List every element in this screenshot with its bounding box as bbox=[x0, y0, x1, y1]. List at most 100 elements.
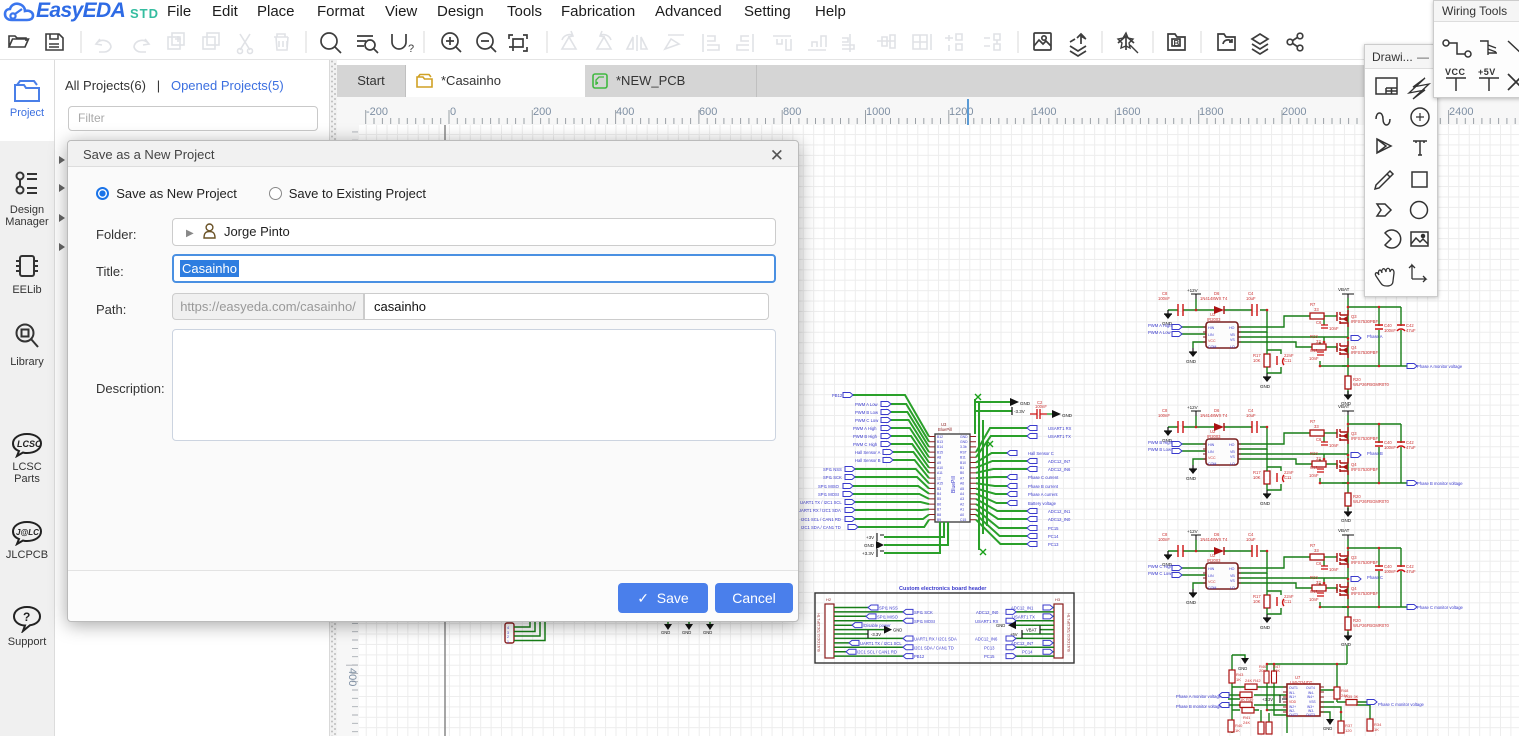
svg-text:OUT4: OUT4 bbox=[1306, 686, 1315, 690]
svg-text:USART1 TX: USART1 TX bbox=[1048, 434, 1071, 439]
svg-text:USART1 RX: USART1 RX bbox=[1048, 426, 1072, 431]
svg-text:LCSC: LCSC bbox=[17, 439, 42, 449]
svg-text:SPI1 MISO: SPI1 MISO bbox=[877, 614, 899, 619]
svg-text:Hall Sensor C: Hall Sensor C bbox=[1028, 451, 1054, 456]
svg-text:4: 4 bbox=[507, 626, 509, 630]
svg-text:LMV324IDT: LMV324IDT bbox=[1290, 680, 1313, 685]
svg-text:PWM B High: PWM B High bbox=[853, 434, 878, 439]
svg-text:B15: B15 bbox=[937, 450, 943, 454]
svg-text:GND: GND bbox=[1323, 726, 1332, 731]
svg-text:2000: 2000 bbox=[1282, 106, 1306, 118]
svg-text:GND: GND bbox=[682, 630, 691, 635]
svg-text:VDD: VDD bbox=[1289, 700, 1297, 704]
svg-text:A11: A11 bbox=[937, 471, 943, 475]
svg-text:1400: 1400 bbox=[1032, 106, 1056, 118]
svg-text:Custom electronics board heade: Custom electronics board header bbox=[899, 586, 987, 592]
svg-text:100nF: 100nF bbox=[1035, 404, 1047, 409]
svg-text:B11: B11 bbox=[960, 456, 966, 460]
svg-text:SPI1 SCK: SPI1 SCK bbox=[823, 475, 842, 480]
svg-text:?: ? bbox=[408, 43, 414, 55]
svg-text:Phase B current: Phase B current bbox=[1028, 484, 1059, 489]
svg-text:-3.3V: -3.3V bbox=[871, 632, 881, 637]
svg-text:SPI1 MOSI: SPI1 MOSI bbox=[914, 619, 935, 624]
svg-text:ADC12_IN6: ADC12_IN6 bbox=[975, 636, 998, 641]
svg-text:C15: C15 bbox=[960, 518, 966, 522]
svg-text:SPI1 MOSI: SPI1 MOSI bbox=[818, 492, 839, 497]
svg-text:GND: GND bbox=[703, 630, 712, 635]
svg-text:1200: 1200 bbox=[949, 106, 973, 118]
svg-text:A8: A8 bbox=[937, 456, 941, 460]
svg-text:PWM A Low: PWM A Low bbox=[855, 402, 879, 407]
svg-text:B4: B4 bbox=[937, 492, 941, 496]
svg-text:UART1 RX / I2C1 SDA: UART1 RX / I2C1 SDA bbox=[798, 508, 841, 513]
svg-text:PC13: PC13 bbox=[984, 645, 995, 650]
svg-text:B7: B7 bbox=[937, 508, 941, 512]
svg-text:PWM C Low: PWM C Low bbox=[855, 418, 879, 423]
svg-text:VSS: VSS bbox=[1309, 700, 1316, 704]
svg-text:SPI1 NSS: SPI1 NSS bbox=[823, 467, 842, 472]
svg-text:J@LC: J@LC bbox=[16, 528, 39, 537]
svg-text:1000: 1000 bbox=[866, 106, 890, 118]
svg-text:ADC12_IN1: ADC12_IN1 bbox=[1048, 509, 1071, 514]
svg-text:B5: B5 bbox=[937, 497, 941, 501]
svg-text:24K: 24K bbox=[1243, 720, 1250, 725]
svg-text:I2C1 SDA / CAN1 TD: I2C1 SDA / CAN1 TD bbox=[801, 525, 841, 530]
svg-text:UART1 TX / I2C1 SCL: UART1 TX / I2C1 SCL bbox=[860, 641, 902, 646]
svg-text:1600: 1600 bbox=[1116, 106, 1140, 118]
svg-text:PC13: PC13 bbox=[1048, 542, 1059, 547]
svg-text:20K: 20K bbox=[1259, 668, 1266, 673]
svg-text:H2: H2 bbox=[826, 597, 832, 602]
svg-text:GND: GND bbox=[960, 435, 968, 439]
svg-text:B9: B9 bbox=[937, 518, 941, 522]
svg-text:GND: GND bbox=[1062, 413, 1073, 418]
svg-text:Phase C: Phase C bbox=[1367, 575, 1383, 580]
svg-text:GND: GND bbox=[1238, 666, 1247, 671]
svg-text:24K R42: 24K R42 bbox=[1245, 678, 1261, 683]
svg-text:OUT2: OUT2 bbox=[1289, 713, 1298, 717]
svg-text:ADC12_IN1: ADC12_IN1 bbox=[1011, 606, 1034, 611]
svg-text:PWM C High: PWM C High bbox=[1148, 564, 1173, 569]
svg-text:VBAT: VBAT bbox=[1026, 628, 1037, 633]
svg-text:A10: A10 bbox=[937, 466, 943, 470]
svg-text:H3: H3 bbox=[1055, 597, 1061, 602]
svg-text:B10: B10 bbox=[960, 461, 966, 465]
svg-text:GND: GND bbox=[1020, 401, 1031, 406]
svg-text:Phase B monitor voltage: Phase B monitor voltage bbox=[1176, 704, 1222, 709]
svg-text:ADC12_IN6: ADC12_IN6 bbox=[1048, 467, 1071, 472]
svg-text:A1: A1 bbox=[960, 508, 964, 512]
svg-text:1K R39: 1K R39 bbox=[1240, 697, 1254, 702]
svg-text:PWM B Low: PWM B Low bbox=[855, 410, 879, 415]
svg-text:-3.3V: -3.3V bbox=[1014, 409, 1025, 414]
svg-text:IN1+: IN1+ bbox=[1289, 695, 1296, 699]
svg-text:1K: 1K bbox=[1235, 728, 1240, 733]
svg-text:GND: GND bbox=[893, 628, 902, 633]
svg-text:PB12: PB12 bbox=[914, 654, 925, 659]
svg-text:Phase B monitor voltage: Phase B monitor voltage bbox=[1417, 481, 1463, 486]
svg-text:400: 400 bbox=[346, 668, 358, 686]
svg-text:A15: A15 bbox=[937, 482, 943, 486]
svg-text:1: 1 bbox=[507, 640, 509, 644]
svg-text:PWM A High: PWM A High bbox=[853, 426, 877, 431]
svg-text:600: 600 bbox=[699, 106, 717, 118]
svg-text:A3: A3 bbox=[960, 497, 964, 501]
svg-text:PB12: PB12 bbox=[832, 393, 843, 398]
svg-text:400: 400 bbox=[616, 106, 634, 118]
svg-text:0: 0 bbox=[450, 106, 456, 118]
svg-text:IN4+: IN4+ bbox=[1307, 695, 1314, 699]
svg-text:3.3b: 3.3b bbox=[960, 445, 967, 449]
svg-text:B8: B8 bbox=[937, 513, 941, 517]
svg-text:+3.3V: +3.3V bbox=[862, 551, 874, 556]
svg-text:BluePill: BluePill bbox=[938, 427, 952, 432]
svg-text:B6: B6 bbox=[937, 502, 941, 506]
svg-text:A6: A6 bbox=[960, 482, 964, 486]
svg-text:B14: B14 bbox=[937, 445, 943, 449]
svg-text:PC15: PC15 bbox=[1048, 526, 1059, 531]
svg-text:GND: GND bbox=[996, 623, 1005, 628]
svg-text:USART1 TX: USART1 TX bbox=[1012, 614, 1035, 619]
svg-text:800: 800 bbox=[783, 106, 801, 118]
svg-text:Phase A monitor voltage: Phase A monitor voltage bbox=[1417, 364, 1463, 369]
svg-text:Phase B: Phase B bbox=[1367, 451, 1383, 456]
svg-text:Battery voltage: Battery voltage bbox=[1028, 501, 1057, 506]
svg-text:B0: B0 bbox=[960, 471, 964, 475]
svg-text:?: ? bbox=[23, 610, 30, 624]
